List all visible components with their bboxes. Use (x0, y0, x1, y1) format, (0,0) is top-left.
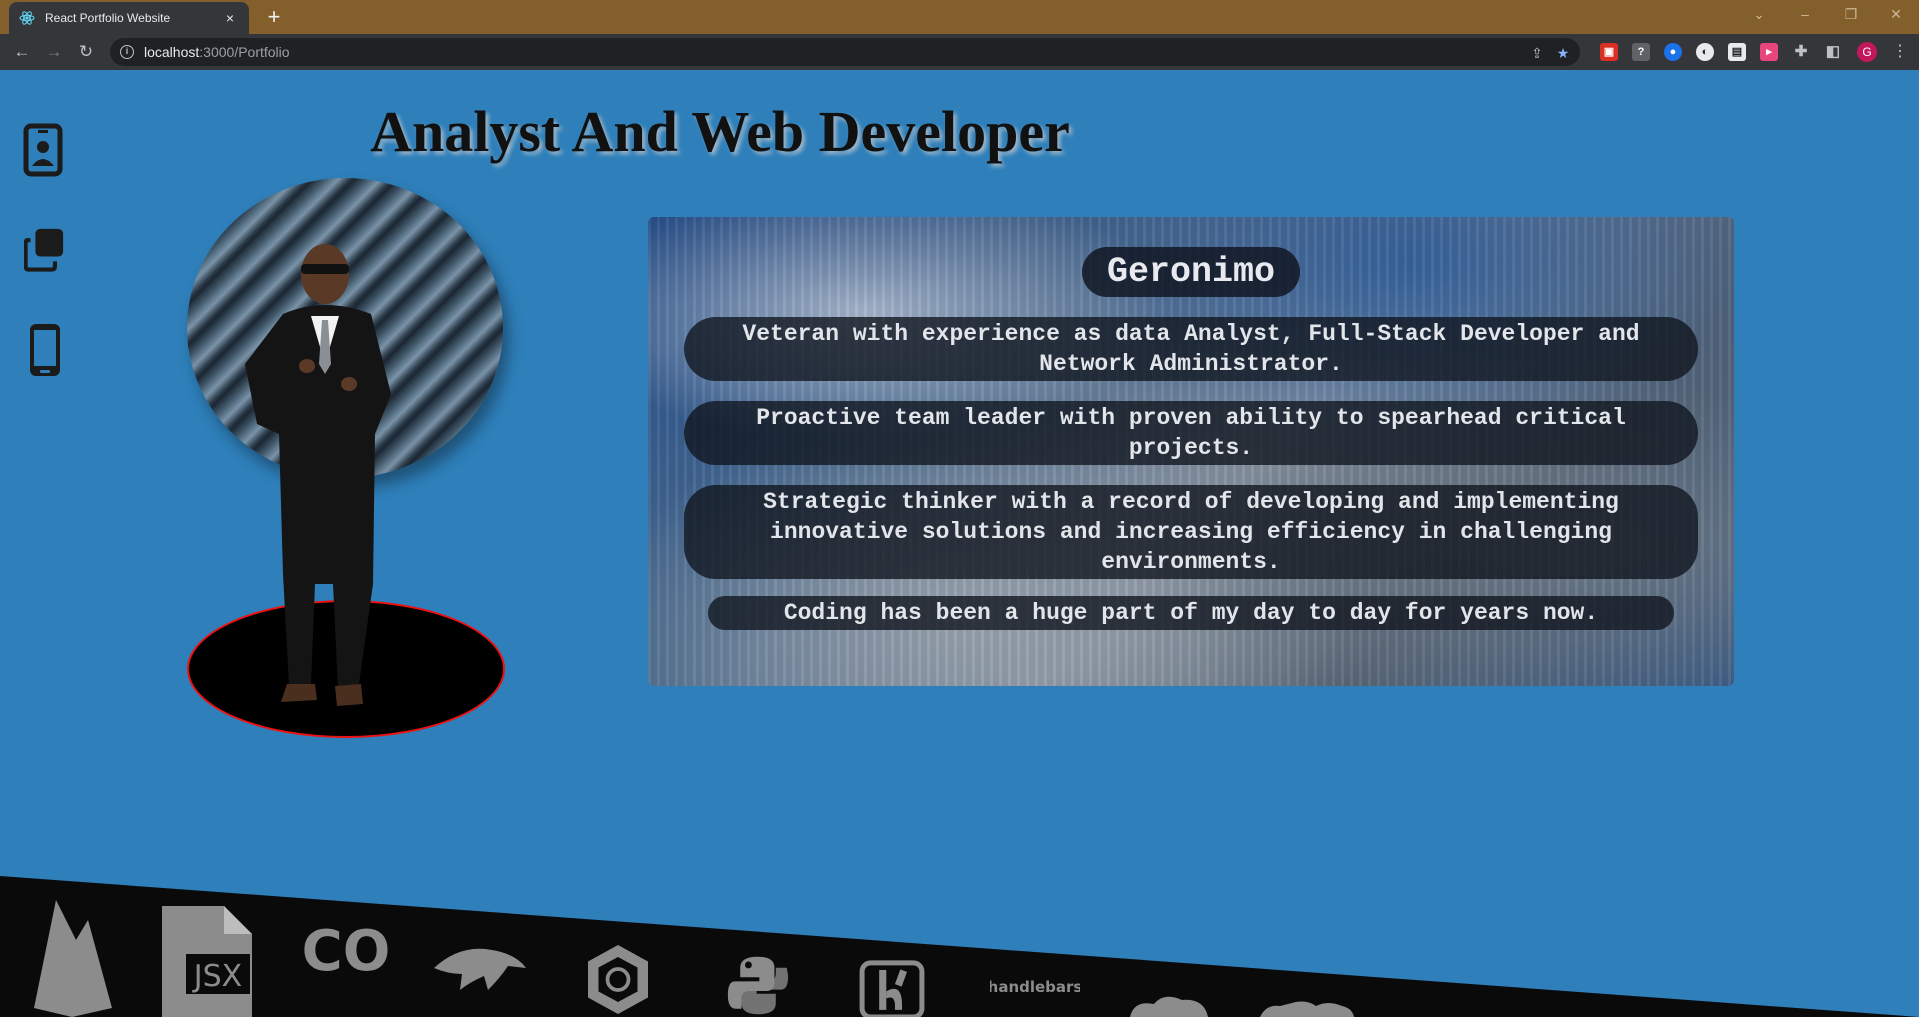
restore-button[interactable]: ❐ (1828, 0, 1874, 28)
forward-arrow-icon[interactable]: → (42, 40, 66, 64)
about-card: Geronimo Veteran with experience as data… (648, 217, 1734, 686)
profile-name: Geronimo (1082, 247, 1300, 297)
minimize-button[interactable]: – (1782, 0, 1828, 28)
extension-3-icon[interactable]: ● (1664, 43, 1682, 61)
firebase-icon[interactable] (26, 890, 118, 1017)
browser-menu-icon[interactable]: ⋮ (1892, 41, 1908, 61)
tab-search-icon[interactable]: ⌄ (1736, 0, 1782, 28)
mysql-dolphin-icon[interactable] (430, 938, 530, 998)
about-line-2: Proactive team leader with proven abilit… (684, 401, 1698, 465)
page-title: Analyst And Web Developer (370, 99, 1070, 164)
browser-tab[interactable]: React Portfolio Website × (9, 2, 249, 34)
share-icon[interactable]: ⇪ (1528, 44, 1546, 62)
about-line-3: Strategic thinker with a record of devel… (684, 485, 1698, 579)
side-panel-icon[interactable]: ◧ (1824, 43, 1842, 61)
browser-titlebar: React Portfolio Website × + ⌄ – ❐ ✕ (0, 0, 1919, 34)
extensions-puzzle-icon[interactable]: ✚ (1792, 43, 1810, 61)
profile-avatar[interactable]: G (1857, 42, 1877, 62)
back-arrow-icon[interactable]: ← (10, 40, 34, 64)
jsx-file-icon[interactable]: JSX (158, 904, 258, 1017)
tab-close-icon[interactable]: × (221, 10, 239, 26)
bootstrap-icon[interactable] (846, 960, 938, 1017)
url-host: localhost (144, 44, 200, 60)
graphql-hex-icon[interactable] (574, 942, 662, 1017)
portfolio-page: Analyst And Web Developer Geronimo Veter… (0, 70, 1919, 1017)
heroku-icon[interactable] (1256, 1000, 1356, 1017)
coffeescript-icon[interactable]: CO (298, 918, 394, 978)
handlebars-label: handlebars (990, 978, 1080, 996)
cloud-icon[interactable] (1124, 994, 1214, 1017)
mobile-phone-icon[interactable] (22, 322, 66, 378)
extension-1-icon[interactable]: ▣ (1600, 43, 1618, 61)
python-icon[interactable] (712, 954, 804, 1017)
jsx-label: JSX (192, 959, 242, 994)
url-path: :3000/Portfolio (199, 44, 290, 60)
handlebars-icon[interactable]: handlebars (990, 970, 1080, 1000)
about-line-4: Coding has been a huge part of my day to… (708, 596, 1674, 630)
extension-5-icon[interactable]: ▤ (1728, 43, 1746, 61)
new-tab-button[interactable]: + (262, 5, 286, 29)
profile-portrait (183, 178, 513, 818)
extension-6-icon[interactable]: ▸ (1760, 43, 1778, 61)
site-info-icon[interactable]: i (120, 45, 134, 59)
co-label: CO (302, 919, 391, 978)
contact-card-icon[interactable] (22, 122, 66, 178)
bookmark-star-icon[interactable]: ★ (1554, 44, 1572, 62)
close-window-button[interactable]: ✕ (1873, 0, 1919, 28)
react-favicon-icon (19, 11, 35, 25)
tab-title: React Portfolio Website (45, 11, 171, 25)
portfolio-copy-icon[interactable] (24, 222, 68, 278)
extension-2-icon[interactable]: ? (1632, 43, 1650, 61)
person-in-suit-image (245, 244, 391, 706)
about-line-1: Veteran with experience as data Analyst,… (684, 317, 1698, 381)
reload-icon[interactable]: ↻ (74, 40, 98, 64)
extension-4-icon[interactable]: ◐ (1696, 43, 1714, 61)
address-bar[interactable]: i localhost:3000/Portfolio ⇪ ★ (110, 38, 1580, 66)
